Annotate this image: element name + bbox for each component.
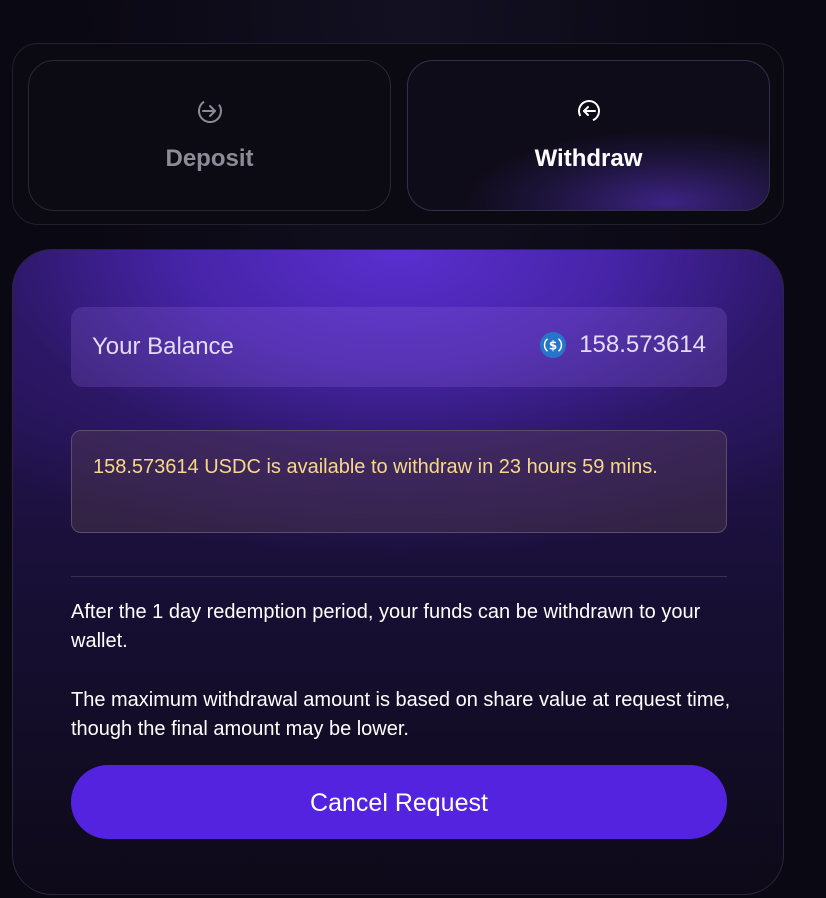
withdraw-panel: Your Balance $ 158.573614 158.573614 USD… xyxy=(12,249,784,895)
usdc-icon: $ xyxy=(540,332,567,358)
tab-withdraw-label: Withdraw xyxy=(534,145,643,172)
balance-value: 158.573614 xyxy=(579,331,706,358)
withdrawal-amount-info-text: The maximum withdrawal amount is based o… xyxy=(71,689,731,740)
tab-withdraw[interactable]: Withdraw xyxy=(407,60,770,211)
arrow-out-circle-icon xyxy=(577,100,600,122)
divider xyxy=(71,576,727,577)
mode-tabs: Deposit Withdraw xyxy=(12,43,784,225)
tab-deposit[interactable]: Deposit xyxy=(28,60,391,211)
balance-value-group: $ 158.573614 xyxy=(540,331,706,359)
availability-notice: 158.573614 USDC is available to withdraw… xyxy=(71,430,727,533)
cancel-request-button[interactable]: Cancel Request xyxy=(71,765,727,839)
balance-label: Your Balance xyxy=(92,333,234,360)
redemption-info-text: After the 1 day redemption period, your … xyxy=(71,601,701,652)
availability-notice-text: 158.573614 USDC is available to withdraw… xyxy=(93,456,658,478)
svg-text:$: $ xyxy=(549,339,557,353)
balance-row: Your Balance $ 158.573614 xyxy=(71,307,727,387)
tab-deposit-label: Deposit xyxy=(165,145,254,172)
arrow-in-circle-icon xyxy=(197,99,222,123)
